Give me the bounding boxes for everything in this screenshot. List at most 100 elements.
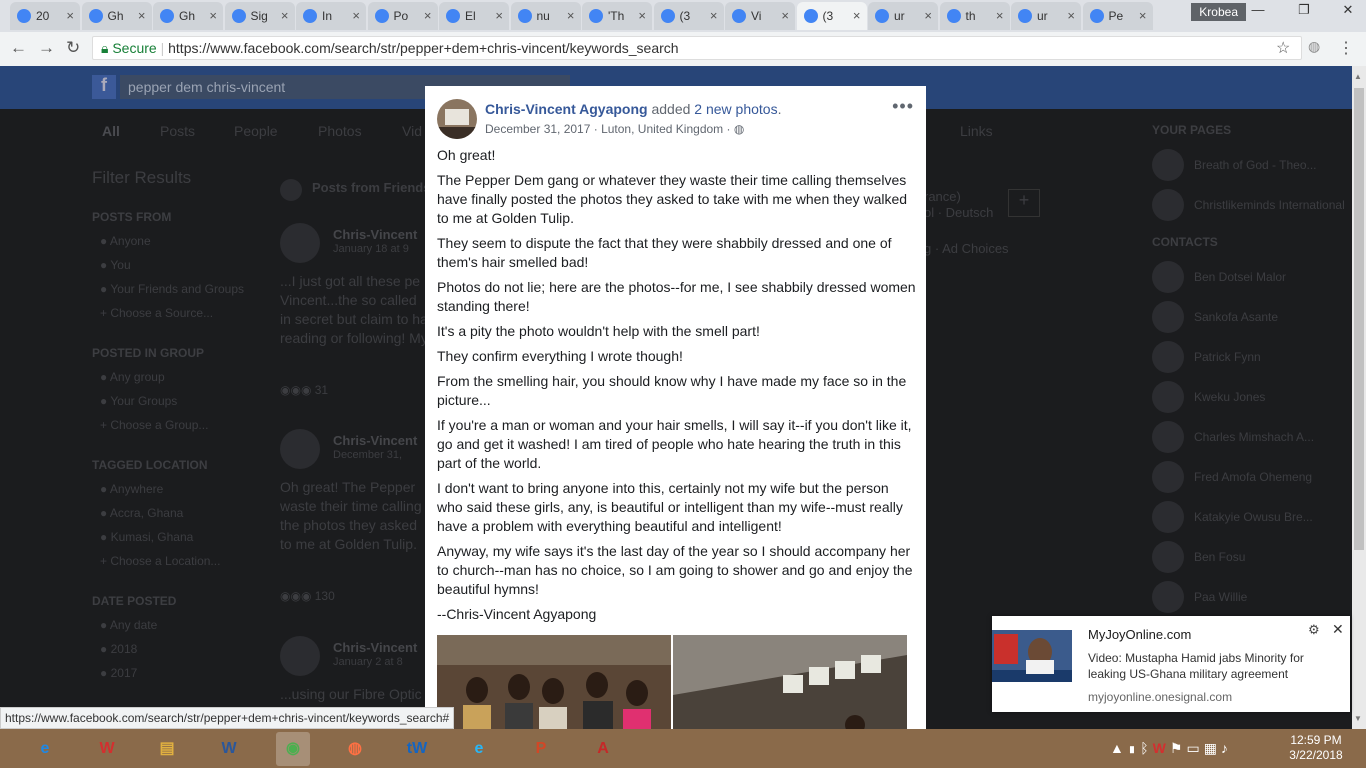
contact-item[interactable]: Fred Amofa Ohemeng [1152,459,1342,495]
filter-option[interactable]: ● 2018 [100,642,137,656]
nav-tab[interactable]: Photos [318,123,362,139]
add-language-button[interactable]: + [1008,189,1040,217]
close-tab-icon[interactable]: × [424,8,432,23]
post-avatar[interactable] [280,429,320,469]
contact-item[interactable]: Paa Willie [1152,579,1342,615]
author-name-link[interactable]: Chris-Vincent Agyapong [485,101,648,117]
browser-tab[interactable]: 'Th × [582,2,652,30]
filter-option[interactable]: + Choose a Source... [100,306,213,320]
contact-item[interactable]: Ben Fosu [1152,539,1342,575]
post-date-link[interactable]: December 31, 2017 [485,122,590,136]
profile-name[interactable]: Krobea [1191,3,1246,21]
twinkle-icon[interactable]: tW [400,732,434,766]
post-date[interactable]: January 2 at 8 [333,656,403,668]
system-tray[interactable]: ▲▮ᛒW⚑▭▦♪ [1110,740,1232,757]
clock[interactable]: 12:59 PM 3/22/2018 [1276,733,1356,763]
flag-icon[interactable]: ⚑ [1170,740,1187,756]
filter-option[interactable]: ● Your Groups [100,394,177,408]
address-bar[interactable]: 🔒︎ Secure | https://www.facebook.com/sea… [92,36,1302,60]
contact-item[interactable]: Kweku Jones [1152,379,1342,415]
close-tab-icon[interactable]: × [209,8,217,23]
close-tab-icon[interactable]: × [638,8,646,23]
filter-option[interactable]: ● Kumasi, Ghana [100,530,193,544]
post-author[interactable]: Chris-Vincent [333,640,417,655]
acrobat-icon[interactable]: A [586,732,620,766]
bookmark-star-icon[interactable]: ☆ [1276,38,1290,58]
browser-tab[interactable]: El × [439,2,509,30]
nav-tab[interactable]: All [102,123,120,139]
browser-tab[interactable]: (3 × [653,2,724,30]
close-icon[interactable]: ✕ [1332,621,1344,638]
show-hidden-icon[interactable]: ▲ [1110,740,1128,756]
firefox-icon[interactable]: ◍ [338,732,372,766]
browser-tab[interactable]: th × [939,2,1010,30]
browser-tab[interactable]: (3 × [796,2,867,30]
nav-tab[interactable]: Links [960,123,993,139]
forward-icon[interactable]: → [38,38,55,58]
filter-option[interactable]: ● Your Friends and Groups [100,282,244,296]
winrar-icon[interactable]: W [90,732,124,766]
scroll-up-icon[interactable]: ▲ [1354,72,1362,81]
facebook-logo-icon[interactable]: f [92,75,116,99]
maximize-button[interactable]: ❐ [1290,2,1318,22]
filter-option[interactable]: ● Any date [100,618,157,632]
filter-option[interactable]: ● Any group [100,370,165,384]
page-scrollbar[interactable]: ▲ ▼ [1352,66,1366,735]
filter-option[interactable]: + Choose a Group... [100,418,208,432]
close-tab-icon[interactable]: × [1139,8,1147,23]
browser-tab[interactable]: Sig × [224,2,295,30]
browser-tab[interactable]: 20 × [10,2,80,30]
volume-icon[interactable]: ♪ [1221,740,1232,756]
reload-icon[interactable]: ↻ [66,38,80,58]
browser-tab[interactable]: Pe × [1082,2,1153,30]
word-icon[interactable]: W [212,732,246,766]
filter-option[interactable]: ● Accra, Ghana [100,506,183,520]
extension-icon[interactable]: ◍ [1308,38,1320,55]
winrar-tray-icon[interactable]: W [1153,740,1170,756]
filter-option[interactable]: ● 2017 [100,666,137,680]
more-options-button[interactable]: ••• [892,96,914,117]
ad-choices-link[interactable]: g · Ad Choices [924,241,1009,256]
reaction-count[interactable]: ◉◉◉ 31 [280,383,328,397]
file-explorer-icon[interactable]: ▤ [150,732,184,766]
chrome-icon[interactable]: ◉ [276,732,310,766]
contact-item[interactable]: Charles Mimshach A... [1152,419,1342,455]
minimize-button[interactable]: — [1244,2,1272,22]
gear-icon[interactable]: ⚙ [1308,622,1320,638]
nav-tab[interactable]: Vid [402,123,422,139]
post-location-link[interactable]: Luton, United Kingdom [601,122,723,136]
close-tab-icon[interactable]: × [567,8,575,23]
contact-item[interactable]: Ben Dotsei Malor [1152,259,1342,295]
filter-option[interactable]: + Choose a Location... [100,554,220,568]
post-avatar[interactable] [280,636,320,676]
browser-tab[interactable]: Po × [367,2,438,30]
close-window-button[interactable]: ✕ [1334,2,1362,22]
close-tab-icon[interactable]: × [1067,8,1075,23]
page-item[interactable]: Christlikeminds International [1152,187,1345,223]
scroll-down-icon[interactable]: ▼ [1354,714,1362,723]
browser-tab[interactable]: In × [296,2,366,30]
author-avatar[interactable] [437,99,477,139]
filter-option[interactable]: ● Anyone [100,234,151,248]
close-tab-icon[interactable]: × [853,8,861,23]
close-tab-icon[interactable]: × [996,8,1004,23]
page-item[interactable]: Breath of God - Theo... [1152,147,1342,183]
bluetooth-icon[interactable]: ᛒ [1140,740,1152,756]
photos-count-link[interactable]: 2 new photos [694,101,777,117]
post-author[interactable]: Chris-Vincent [333,227,417,242]
powerpoint-icon[interactable]: P [524,732,558,766]
browser-tab[interactable]: ur × [868,2,938,30]
back-icon[interactable]: ← [10,38,27,58]
reaction-count[interactable]: ◉◉◉ 130 [280,589,335,603]
browser-tab[interactable]: ur × [1011,2,1081,30]
post-photo-1[interactable] [437,635,671,735]
close-tab-icon[interactable]: × [66,8,74,23]
menu-icon[interactable]: ⋮ [1338,38,1354,58]
edge-icon[interactable]: e [462,732,496,766]
close-tab-icon[interactable]: × [924,8,932,23]
filter-option[interactable]: ● Anywhere [100,482,163,496]
post-author[interactable]: Chris-Vincent [333,433,417,448]
close-tab-icon[interactable]: × [138,8,146,23]
nav-tab[interactable]: People [234,123,278,139]
network-icon[interactable]: ▦ [1204,740,1221,756]
